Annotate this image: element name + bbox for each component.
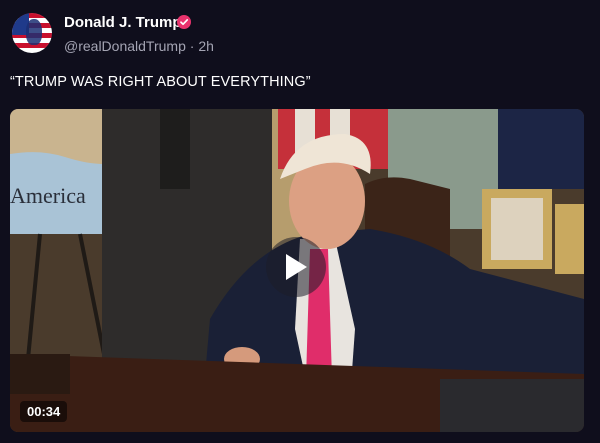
post-text: “TRUMP WAS RIGHT ABOUT EVERYTHING” bbox=[10, 74, 311, 90]
separator: · bbox=[189, 38, 195, 54]
play-icon bbox=[286, 254, 307, 280]
video-player[interactable]: America 00:34 bbox=[10, 109, 584, 432]
display-name[interactable]: Donald J. Trump bbox=[64, 14, 182, 31]
handle[interactable]: @realDonaldTrump bbox=[64, 38, 186, 54]
post-card: Donald J. Trump @realDonaldTrump · 2h “T… bbox=[0, 0, 600, 443]
handle-line: @realDonaldTrump · 2h bbox=[64, 38, 214, 54]
verified-badge-icon bbox=[177, 15, 191, 29]
map-label: America bbox=[10, 183, 86, 208]
profile-avatar[interactable] bbox=[12, 13, 52, 53]
post-time[interactable]: 2h bbox=[198, 38, 214, 54]
map-label-svg: America bbox=[10, 183, 86, 208]
play-button[interactable] bbox=[266, 237, 326, 297]
duration-badge: 00:34 bbox=[20, 401, 68, 422]
